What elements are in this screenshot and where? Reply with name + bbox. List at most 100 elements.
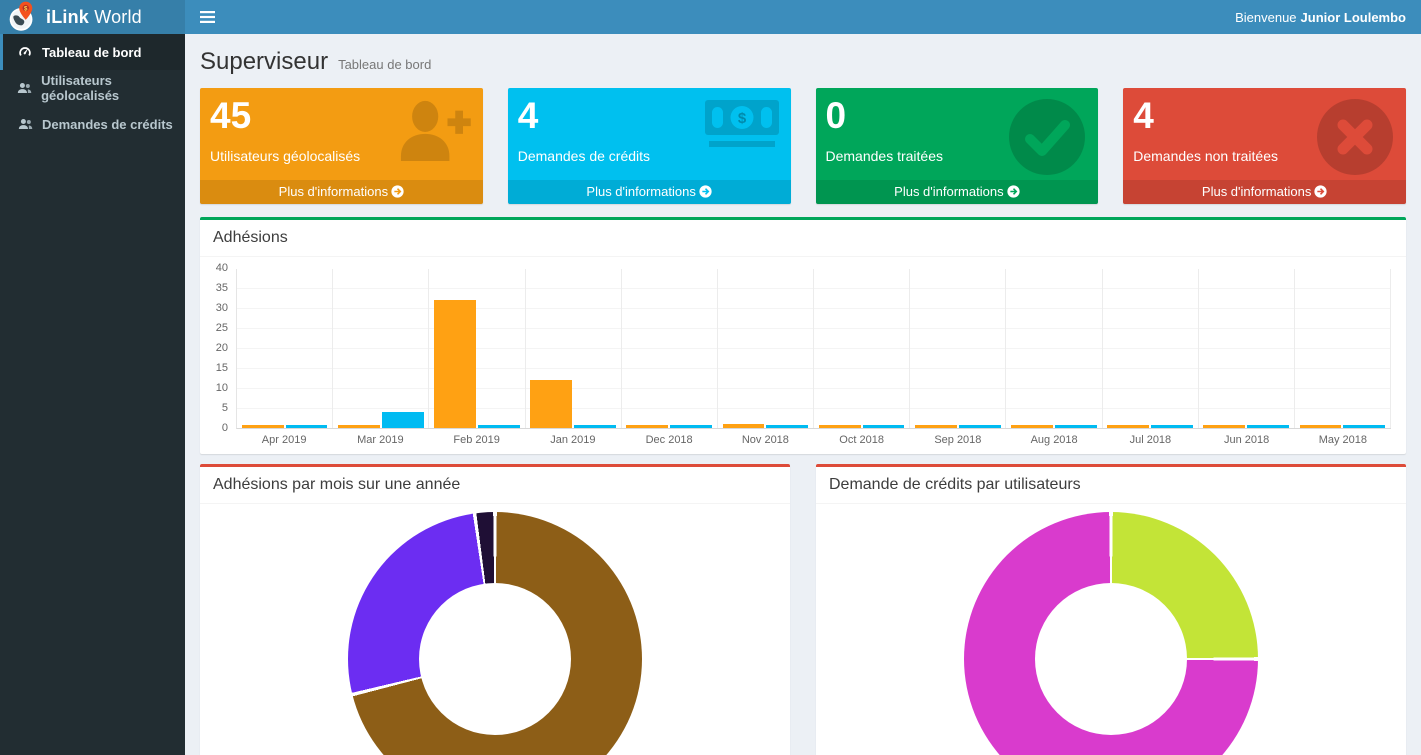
- y-axis-tick: 40: [216, 263, 228, 274]
- x-axis-label: Dec 2018: [621, 434, 717, 446]
- sidebar: Tableau de bord Utilisateurs géolocalisé…: [0, 34, 185, 755]
- adhesions-donut-panel: Adhésions par mois sur une année: [200, 464, 790, 755]
- bar-category: [1199, 269, 1295, 428]
- bar-adhesions-cyan: [959, 425, 1001, 428]
- bar-adhesions-orange: [338, 425, 380, 428]
- arrow-circle-right-icon: [699, 184, 712, 199]
- chart-panel-title: Adhésions: [200, 220, 1406, 257]
- info-box-row: 45 Utilisateurs géolocalisés Plus d'info…: [200, 88, 1406, 204]
- x-axis-label: Jun 2018: [1199, 434, 1295, 446]
- arrow-circle-right-icon: [391, 184, 404, 199]
- welcome-prefix: Bienvenue: [1235, 10, 1296, 25]
- info-box-more-link[interactable]: Plus d'informations: [1123, 180, 1406, 204]
- bar-category: [910, 269, 1006, 428]
- x-axis-label: May 2018: [1295, 434, 1391, 446]
- brand-light: World: [94, 7, 142, 27]
- info-box-more-link[interactable]: Plus d'informations: [508, 180, 791, 204]
- x-axis-label: Jan 2019: [525, 434, 621, 446]
- bar-adhesions-cyan: [863, 425, 905, 428]
- adhesions-donut-chart: [348, 512, 642, 755]
- bar-category: [429, 269, 525, 428]
- bar-adhesions-cyan: [670, 425, 712, 428]
- bar-adhesions-cyan: [478, 425, 520, 428]
- x-axis-label: Mar 2019: [332, 434, 428, 446]
- adhesions-bar-chart: 0510152025303540 Apr 2019Mar 2019Feb 201…: [206, 269, 1391, 450]
- y-axis-tick: 5: [222, 403, 228, 414]
- brand-logo[interactable]: $ iLink World: [0, 0, 185, 34]
- x-axis-label: Aug 2018: [1006, 434, 1102, 446]
- x-axis-label: Nov 2018: [717, 434, 813, 446]
- bar-adhesions-orange: [819, 425, 861, 428]
- bar-adhesions-orange: [915, 425, 957, 428]
- y-axis-tick: 35: [216, 283, 228, 294]
- users-icon: [17, 81, 32, 95]
- bar-category: [1295, 269, 1391, 428]
- adhesions-chart-panel: Adhésions 0510152025303540 Apr 2019Mar 2…: [200, 217, 1406, 454]
- info-box-value: 0: [826, 94, 1089, 138]
- credits-donut-chart: [964, 512, 1258, 755]
- bar-category: [622, 269, 718, 428]
- bar-adhesions-cyan: [574, 425, 616, 428]
- donut-panels-row: Adhésions par mois sur une année Demande…: [200, 464, 1406, 755]
- page-subtitle: Tableau de bord: [338, 57, 431, 72]
- bar-plot-area: [236, 269, 1391, 429]
- sidebar-item-label: Demandes de crédits: [42, 117, 173, 132]
- arrow-circle-right-icon: [1007, 184, 1020, 199]
- bar-adhesions-orange: [530, 380, 572, 428]
- info-box-demandes-non-traitees: 4 Demandes non traitées Plus d'informati…: [1123, 88, 1406, 204]
- y-axis: 0510152025303540: [206, 269, 236, 429]
- bar-adhesions-cyan: [382, 412, 424, 428]
- y-axis-tick: 15: [216, 363, 228, 374]
- info-box-more-link[interactable]: Plus d'informations: [200, 180, 483, 204]
- info-box-label: Utilisateurs géolocalisés: [210, 148, 473, 164]
- info-box-value: 45: [210, 94, 473, 138]
- bar-category: [526, 269, 622, 428]
- main-content: Superviseur Tableau de bord 45 Utilisate…: [185, 34, 1421, 755]
- navbar: Bienvenue Junior Loulembo: [185, 0, 1421, 34]
- more-info-label: Plus d'informations: [894, 184, 1003, 199]
- bar-adhesions-orange: [1300, 425, 1342, 428]
- x-axis-label: Apr 2019: [236, 434, 332, 446]
- info-box-more-link[interactable]: Plus d'informations: [816, 180, 1099, 204]
- chart-panel-title: Demande de crédits par utilisateurs: [816, 467, 1406, 504]
- x-axis-label: Feb 2019: [429, 434, 525, 446]
- page-title: Superviseur: [200, 48, 328, 76]
- sidebar-item-demandes-de-credits[interactable]: Demandes de crédits: [0, 106, 185, 142]
- info-box-utilisateurs-geolocalises: 45 Utilisateurs géolocalisés Plus d'info…: [200, 88, 483, 204]
- bar-adhesions-orange: [242, 425, 284, 428]
- y-axis-tick: 30: [216, 303, 228, 314]
- dashboard-icon: [17, 45, 33, 59]
- x-axis-label: Sep 2018: [910, 434, 1006, 446]
- bar-adhesions-cyan: [766, 425, 808, 428]
- info-box-demandes-de-credits: 4 Demandes de crédits $ Plus d'informati…: [508, 88, 791, 204]
- bar-category: [814, 269, 910, 428]
- more-info-label: Plus d'informations: [279, 184, 388, 199]
- brand-bold: iLink: [46, 7, 89, 27]
- hamburger-icon: [200, 11, 215, 23]
- bar-category: [333, 269, 429, 428]
- x-axis-label: Jul 2018: [1102, 434, 1198, 446]
- sidebar-toggle-button[interactable]: [185, 0, 230, 34]
- info-box-value: 4: [1133, 94, 1396, 138]
- bar-adhesions-orange: [1203, 425, 1245, 428]
- x-axis: Apr 2019Mar 2019Feb 2019Jan 2019Dec 2018…: [236, 429, 1391, 450]
- credits-donut-panel: Demande de crédits par utilisateurs: [816, 464, 1406, 755]
- bar-adhesions-orange: [1107, 425, 1149, 428]
- info-box-label: Demandes de crédits: [518, 148, 781, 164]
- sidebar-item-utilisateurs-geolocalises[interactable]: Utilisateurs géolocalisés: [0, 70, 185, 106]
- y-axis-tick: 10: [216, 383, 228, 394]
- info-box-label: Demandes non traitées: [1133, 148, 1396, 164]
- bar-adhesions-cyan: [1247, 425, 1289, 428]
- arrow-circle-right-icon: [1314, 184, 1327, 199]
- bar-adhesions-orange: [434, 300, 476, 428]
- chart-panel-title: Adhésions par mois sur une année: [200, 467, 790, 504]
- user-menu[interactable]: Bienvenue Junior Loulembo: [1220, 0, 1421, 34]
- sidebar-item-label: Tableau de bord: [42, 45, 141, 60]
- users-icon: [17, 117, 33, 131]
- info-box-value: 4: [518, 94, 781, 138]
- page-heading: Superviseur Tableau de bord: [200, 48, 1406, 76]
- sidebar-item-tableau-de-bord[interactable]: Tableau de bord: [0, 34, 185, 70]
- bar-adhesions-orange: [1011, 425, 1053, 428]
- top-header: $ iLink World Bienvenue Junior Loulembo: [0, 0, 1421, 34]
- y-axis-tick: 20: [216, 343, 228, 354]
